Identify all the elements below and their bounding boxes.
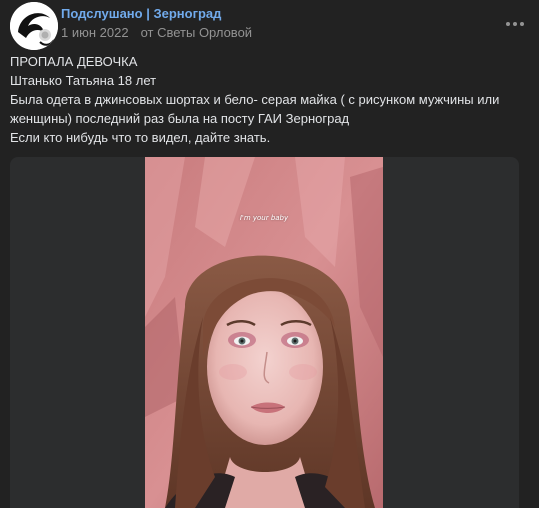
post-text-line: Если кто нибудь что то видел, дайте знат… xyxy=(10,130,271,145)
post-media: I'm your baby xyxy=(10,157,519,508)
community-avatar[interactable] xyxy=(10,2,58,50)
post-photo[interactable]: I'm your baby xyxy=(145,157,383,508)
community-logo-icon xyxy=(10,2,58,50)
community-name-link[interactable]: Подслушано | Зерноград xyxy=(61,6,221,21)
post-text-line: ПРОПАЛА ДЕВОЧКА xyxy=(10,54,138,69)
wall-post: Подслушано | Зерноград 1 июн 2022 от Свет… xyxy=(0,0,539,508)
post-text: ПРОПАЛА ДЕВОЧКА Штанько Татьяна 18 лет Б… xyxy=(10,52,530,147)
post-text-line: Штанько Татьяна 18 лет xyxy=(10,73,157,88)
post-date[interactable]: 1 июн 2022 xyxy=(61,25,129,40)
post-header: Подслушано | Зерноград 1 июн 2022 от Свет… xyxy=(10,2,529,50)
post-meta: 1 июн 2022 от Светы Орловой xyxy=(61,25,252,40)
portrait-image xyxy=(145,157,383,508)
post-source: от Светы Орловой xyxy=(140,25,253,40)
post-text-line: Была одета в джинсовых шортах и бело- се… xyxy=(10,92,500,126)
photo-caption: I'm your baby xyxy=(239,214,289,222)
more-horizontal-icon[interactable] xyxy=(503,12,527,36)
